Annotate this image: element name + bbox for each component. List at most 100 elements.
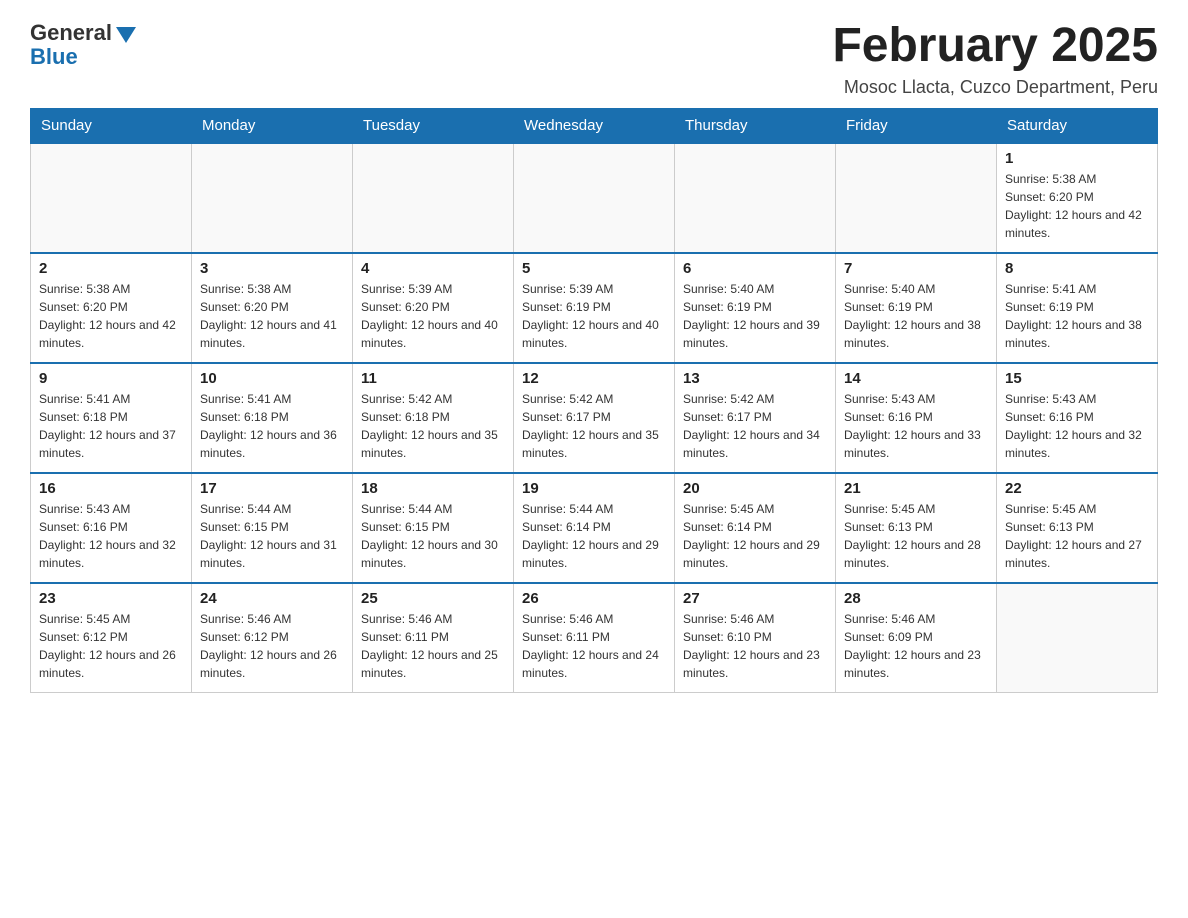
day-info: Sunrise: 5:42 AM Sunset: 6:17 PM Dayligh… (683, 390, 827, 462)
day-info: Sunrise: 5:43 AM Sunset: 6:16 PM Dayligh… (844, 390, 988, 462)
day-info: Sunrise: 5:45 AM Sunset: 6:13 PM Dayligh… (844, 500, 988, 572)
day-info: Sunrise: 5:38 AM Sunset: 6:20 PM Dayligh… (39, 280, 183, 352)
calendar-day-cell: 21 Sunrise: 5:45 AM Sunset: 6:13 PM Dayli… (836, 473, 997, 583)
day-number: 26 (522, 590, 666, 607)
day-number: 6 (683, 260, 827, 277)
logo-arrow-icon (116, 27, 136, 43)
day-number: 3 (200, 260, 344, 277)
day-number: 28 (844, 590, 988, 607)
day-number: 13 (683, 370, 827, 387)
day-of-week-header: Saturday (997, 108, 1158, 143)
calendar-day-cell: 19 Sunrise: 5:44 AM Sunset: 6:14 PM Dayli… (514, 473, 675, 583)
calendar-header-row: SundayMondayTuesdayWednesdayThursdayFrid… (31, 108, 1158, 143)
calendar-week-row: 2 Sunrise: 5:38 AM Sunset: 6:20 PM Daylig… (31, 253, 1158, 363)
calendar-day-cell (31, 143, 192, 253)
title-block: February 2025 Mosoc Llacta, Cuzco Depart… (832, 20, 1158, 98)
day-number: 21 (844, 480, 988, 497)
day-number: 15 (1005, 370, 1149, 387)
day-info: Sunrise: 5:41 AM Sunset: 6:18 PM Dayligh… (200, 390, 344, 462)
day-info: Sunrise: 5:40 AM Sunset: 6:19 PM Dayligh… (683, 280, 827, 352)
calendar-day-cell: 11 Sunrise: 5:42 AM Sunset: 6:18 PM Dayli… (353, 363, 514, 473)
day-number: 10 (200, 370, 344, 387)
day-info: Sunrise: 5:45 AM Sunset: 6:14 PM Dayligh… (683, 500, 827, 572)
calendar-day-cell: 7 Sunrise: 5:40 AM Sunset: 6:19 PM Daylig… (836, 253, 997, 363)
day-info: Sunrise: 5:42 AM Sunset: 6:18 PM Dayligh… (361, 390, 505, 462)
day-info: Sunrise: 5:41 AM Sunset: 6:18 PM Dayligh… (39, 390, 183, 462)
day-number: 2 (39, 260, 183, 277)
day-number: 22 (1005, 480, 1149, 497)
day-number: 8 (1005, 260, 1149, 277)
calendar-day-cell: 13 Sunrise: 5:42 AM Sunset: 6:17 PM Dayli… (675, 363, 836, 473)
calendar-day-cell (997, 583, 1158, 693)
day-of-week-header: Sunday (31, 108, 192, 143)
calendar-day-cell: 17Sunrise: 5:44 AM Sunset: 6:15 PM Dayli… (192, 473, 353, 583)
day-info: Sunrise: 5:38 AM Sunset: 6:20 PM Dayligh… (200, 280, 344, 352)
calendar-day-cell: 18 Sunrise: 5:44 AM Sunset: 6:15 PM Dayli… (353, 473, 514, 583)
calendar-week-row: 1Sunrise: 5:38 AM Sunset: 6:20 PM Daylig… (31, 143, 1158, 253)
day-of-week-header: Wednesday (514, 108, 675, 143)
calendar-day-cell: 10 Sunrise: 5:41 AM Sunset: 6:18 PM Dayli… (192, 363, 353, 473)
day-info: Sunrise: 5:42 AM Sunset: 6:17 PM Dayligh… (522, 390, 666, 462)
calendar-day-cell: 6 Sunrise: 5:40 AM Sunset: 6:19 PM Daylig… (675, 253, 836, 363)
calendar-day-cell: 8 Sunrise: 5:41 AM Sunset: 6:19 PM Daylig… (997, 253, 1158, 363)
day-number: 7 (844, 260, 988, 277)
day-number: 27 (683, 590, 827, 607)
day-info: Sunrise: 5:41 AM Sunset: 6:19 PM Dayligh… (1005, 280, 1149, 352)
page-header: General Blue February 2025 Mosoc Llacta,… (30, 20, 1158, 98)
calendar-day-cell: 24 Sunrise: 5:46 AM Sunset: 6:12 PM Dayli… (192, 583, 353, 693)
day-number: 19 (522, 480, 666, 497)
day-of-week-header: Monday (192, 108, 353, 143)
day-info: Sunrise: 5:44 AM Sunset: 6:15 PM Dayligh… (361, 500, 505, 572)
day-number: 9 (39, 370, 183, 387)
calendar-day-cell: 20Sunrise: 5:45 AM Sunset: 6:14 PM Dayli… (675, 473, 836, 583)
day-number: 5 (522, 260, 666, 277)
calendar-week-row: 9 Sunrise: 5:41 AM Sunset: 6:18 PM Daylig… (31, 363, 1158, 473)
calendar-day-cell: 12 Sunrise: 5:42 AM Sunset: 6:17 PM Dayli… (514, 363, 675, 473)
day-number: 11 (361, 370, 505, 387)
day-info: Sunrise: 5:46 AM Sunset: 6:11 PM Dayligh… (361, 610, 505, 682)
calendar-day-cell: 16 Sunrise: 5:43 AM Sunset: 6:16 PM Dayli… (31, 473, 192, 583)
day-info: Sunrise: 5:46 AM Sunset: 6:11 PM Dayligh… (522, 610, 666, 682)
calendar-day-cell: 28 Sunrise: 5:46 AM Sunset: 6:09 PM Dayli… (836, 583, 997, 693)
day-number: 24 (200, 590, 344, 607)
day-number: 16 (39, 480, 183, 497)
calendar-day-cell (675, 143, 836, 253)
day-info: Sunrise: 5:46 AM Sunset: 6:12 PM Dayligh… (200, 610, 344, 682)
day-info: Sunrise: 5:39 AM Sunset: 6:19 PM Dayligh… (522, 280, 666, 352)
calendar-day-cell (836, 143, 997, 253)
calendar-day-cell (353, 143, 514, 253)
day-info: Sunrise: 5:45 AM Sunset: 6:12 PM Dayligh… (39, 610, 183, 682)
calendar-day-cell: 2 Sunrise: 5:38 AM Sunset: 6:20 PM Daylig… (31, 253, 192, 363)
calendar-day-cell: 3 Sunrise: 5:38 AM Sunset: 6:20 PM Daylig… (192, 253, 353, 363)
day-number: 14 (844, 370, 988, 387)
calendar-day-cell: 1Sunrise: 5:38 AM Sunset: 6:20 PM Daylig… (997, 143, 1158, 253)
day-info: Sunrise: 5:40 AM Sunset: 6:19 PM Dayligh… (844, 280, 988, 352)
calendar-day-cell: 26 Sunrise: 5:46 AM Sunset: 6:11 PM Dayli… (514, 583, 675, 693)
calendar-day-cell: 14 Sunrise: 5:43 AM Sunset: 6:16 PM Dayli… (836, 363, 997, 473)
day-number: 4 (361, 260, 505, 277)
calendar-day-cell: 5 Sunrise: 5:39 AM Sunset: 6:19 PM Daylig… (514, 253, 675, 363)
calendar-day-cell: 27Sunrise: 5:46 AM Sunset: 6:10 PM Dayli… (675, 583, 836, 693)
day-number: 23 (39, 590, 183, 607)
day-number: 18 (361, 480, 505, 497)
calendar-day-cell: 9 Sunrise: 5:41 AM Sunset: 6:18 PM Daylig… (31, 363, 192, 473)
calendar-table: SundayMondayTuesdayWednesdayThursdayFrid… (30, 108, 1158, 694)
calendar-day-cell: 22 Sunrise: 5:45 AM Sunset: 6:13 PM Dayli… (997, 473, 1158, 583)
calendar-day-cell: 23 Sunrise: 5:45 AM Sunset: 6:12 PM Dayli… (31, 583, 192, 693)
day-info: Sunrise: 5:43 AM Sunset: 6:16 PM Dayligh… (39, 500, 183, 572)
day-number: 12 (522, 370, 666, 387)
logo-blue-text: Blue (30, 44, 78, 70)
day-info: Sunrise: 5:39 AM Sunset: 6:20 PM Dayligh… (361, 280, 505, 352)
calendar-subtitle: Mosoc Llacta, Cuzco Department, Peru (832, 77, 1158, 98)
day-number: 25 (361, 590, 505, 607)
day-info: Sunrise: 5:46 AM Sunset: 6:09 PM Dayligh… (844, 610, 988, 682)
day-of-week-header: Friday (836, 108, 997, 143)
day-info: Sunrise: 5:45 AM Sunset: 6:13 PM Dayligh… (1005, 500, 1149, 572)
day-info: Sunrise: 5:44 AM Sunset: 6:14 PM Dayligh… (522, 500, 666, 572)
day-info: Sunrise: 5:38 AM Sunset: 6:20 PM Dayligh… (1005, 170, 1149, 242)
day-info: Sunrise: 5:44 AM Sunset: 6:15 PM Dayligh… (200, 500, 344, 572)
calendar-week-row: 23 Sunrise: 5:45 AM Sunset: 6:12 PM Dayli… (31, 583, 1158, 693)
day-of-week-header: Tuesday (353, 108, 514, 143)
logo: General Blue (30, 20, 136, 70)
calendar-day-cell: 4 Sunrise: 5:39 AM Sunset: 6:20 PM Daylig… (353, 253, 514, 363)
